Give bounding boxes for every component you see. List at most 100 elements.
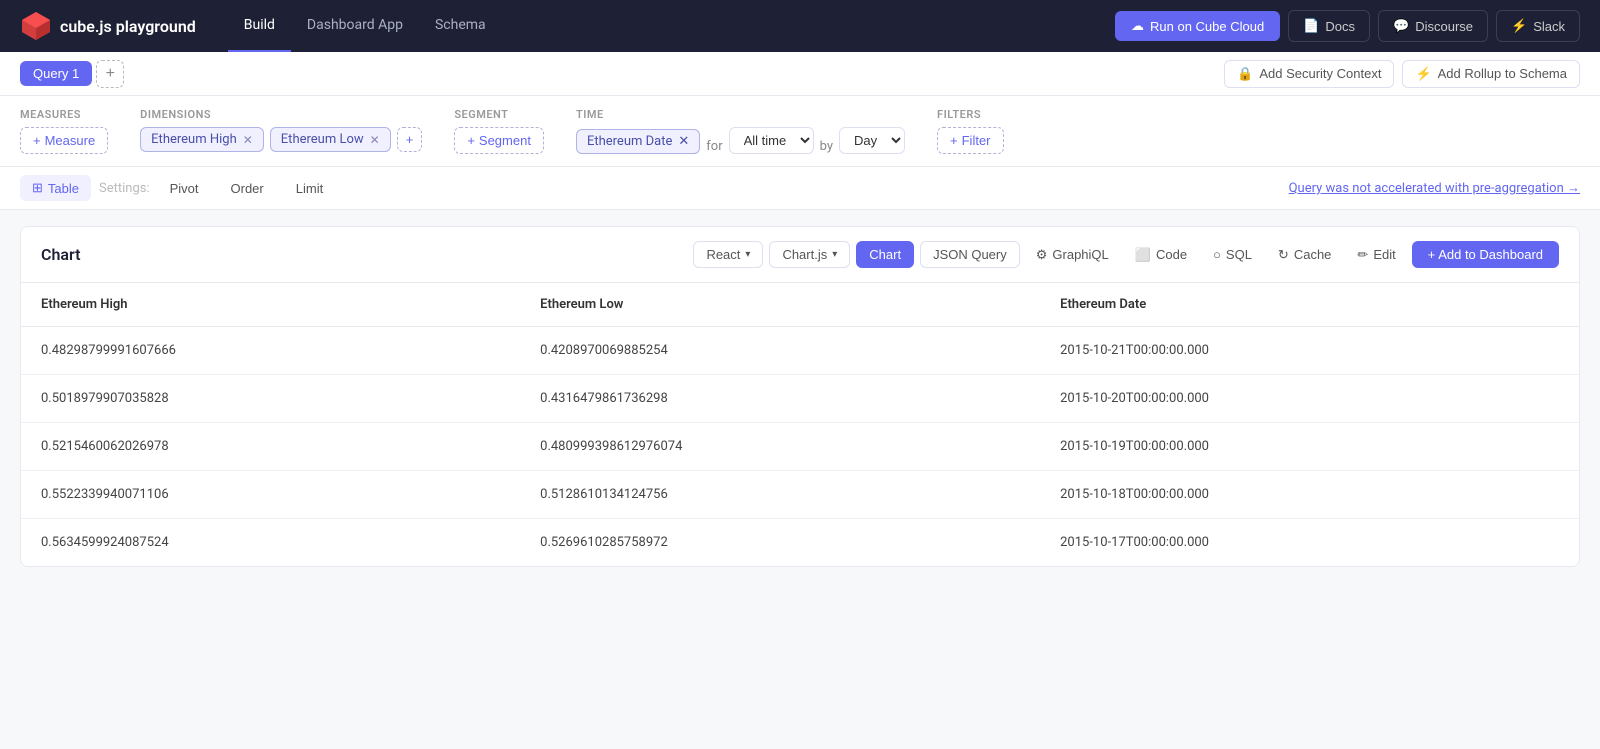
- filters-label: FILTERS: [937, 108, 1003, 121]
- time-granularity-select[interactable]: Day: [839, 127, 905, 154]
- dimensions-controls: Ethereum High ✕ Ethereum Low ✕ +: [140, 127, 422, 152]
- time-by-label: by: [820, 139, 833, 154]
- remove-time-dimension-button[interactable]: ✕: [678, 134, 689, 149]
- table-icon: ⊞: [32, 180, 43, 196]
- circle-icon: ○: [1213, 247, 1221, 262]
- tab-graphiql-button[interactable]: ⚙ GraphiQL: [1026, 242, 1119, 268]
- refresh-icon: ↻: [1278, 247, 1289, 263]
- segment-controls: + Segment: [454, 127, 544, 154]
- plus-segment-icon: +: [467, 133, 475, 148]
- add-security-context-button[interactable]: 🔒 Add Security Context: [1224, 60, 1394, 88]
- chart-controls: React Chart.js Chart JSON Query ⚙ Graphi…: [693, 241, 1559, 268]
- add-to-dashboard-button[interactable]: + Add to Dashboard: [1412, 241, 1559, 268]
- slack-icon: ⚡: [1511, 18, 1527, 34]
- gear-icon: ⚙: [1036, 247, 1048, 263]
- order-button[interactable]: Order: [219, 176, 276, 201]
- add-rollup-button[interactable]: ⚡ Add Rollup to Schema: [1402, 60, 1580, 88]
- dimension-tag-low: Ethereum Low ✕: [270, 127, 391, 152]
- tab-sql-button[interactable]: ○ SQL: [1203, 242, 1262, 267]
- cell-high: 0.48298799991607666: [21, 327, 520, 375]
- table-row: 0.50189799070358280.43164798617362982015…: [21, 375, 1579, 423]
- time-for-label: for: [706, 139, 722, 154]
- logo-text: cube.js playground: [60, 17, 196, 36]
- col-header-high: Ethereum High: [21, 283, 520, 327]
- cell-date: 2015-10-17T00:00:00.000: [1040, 519, 1579, 567]
- plus-icon: +: [33, 133, 41, 148]
- add-filter-button[interactable]: + Filter: [937, 127, 1003, 154]
- chartjs-dropdown[interactable]: Chart.js: [769, 241, 850, 268]
- query-tab-1[interactable]: Query 1: [20, 61, 92, 86]
- add-measure-button[interactable]: + Measure: [20, 127, 108, 154]
- chart-title: Chart: [41, 245, 681, 264]
- run-cloud-button[interactable]: ☁ Run on Cube Cloud: [1115, 11, 1280, 41]
- cell-date: 2015-10-19T00:00:00.000: [1040, 423, 1579, 471]
- logo: cube.js playground: [20, 10, 196, 42]
- bolt-icon: ⚡: [1415, 66, 1431, 82]
- add-tab-button[interactable]: +: [96, 60, 124, 88]
- tab-json-query-button[interactable]: JSON Query: [920, 241, 1020, 268]
- time-section: TIME Ethereum Date ✕ for All time by Day: [576, 108, 905, 154]
- tab-chart-button[interactable]: Chart: [856, 241, 914, 268]
- cloud-icon: ☁: [1131, 18, 1144, 34]
- time-label: TIME: [576, 108, 905, 121]
- segment-label: SEGMENT: [454, 108, 544, 121]
- remove-dimension-low-button[interactable]: ✕: [370, 134, 380, 146]
- time-controls: Ethereum Date ✕ for All time by Day: [576, 127, 905, 154]
- remove-dimension-high-button[interactable]: ✕: [243, 134, 253, 146]
- cell-high: 0.5522339940071106: [21, 471, 520, 519]
- nav-items: Build Dashboard App Schema: [228, 0, 1083, 52]
- cell-date: 2015-10-20T00:00:00.000: [1040, 375, 1579, 423]
- filters-section: FILTERS + Filter: [937, 108, 1003, 154]
- add-dimension-button[interactable]: +: [397, 127, 423, 152]
- cell-low: 0.5128610134124756: [520, 471, 1040, 519]
- measures-section: MEASURES + Measure: [20, 108, 108, 154]
- limit-button[interactable]: Limit: [284, 176, 335, 201]
- dimensions-section: DIMENSIONS Ethereum High ✕ Ethereum Low …: [140, 108, 422, 152]
- dimension-high-label: Ethereum High: [151, 132, 237, 147]
- cell-low: 0.4809993986129760​74: [520, 423, 1040, 471]
- tab-cache-button[interactable]: ↻ Cache: [1268, 242, 1341, 268]
- measures-controls: + Measure: [20, 127, 108, 154]
- tabs-right-actions: 🔒 Add Security Context ⚡ Add Rollup to S…: [1224, 60, 1580, 88]
- query-builder: MEASURES + Measure DIMENSIONS Ethereum H…: [0, 96, 1600, 167]
- table-row: 0.482987999916076660.4208970069885254201…: [21, 327, 1579, 375]
- view-table-button[interactable]: ⊞ Table: [20, 175, 91, 201]
- pivot-button[interactable]: Pivot: [158, 176, 211, 201]
- pre-aggregation-link[interactable]: Query was not accelerated with pre-aggre…: [1289, 180, 1580, 196]
- docs-button[interactable]: 📄 Docs: [1288, 10, 1370, 42]
- react-dropdown[interactable]: React: [693, 241, 763, 268]
- cell-high: 0.5215460062026978: [21, 423, 520, 471]
- col-header-low: Ethereum Low: [520, 283, 1040, 327]
- docs-icon: 📄: [1303, 18, 1319, 34]
- tab-edit-button[interactable]: ✏ Edit: [1347, 242, 1405, 268]
- time-range-select[interactable]: All time: [729, 127, 814, 154]
- edit-icon: ✏: [1357, 247, 1368, 263]
- cell-low: 0.4316479861736298: [520, 375, 1040, 423]
- time-dimension-label: Ethereum Date: [587, 134, 672, 149]
- add-segment-button[interactable]: + Segment: [454, 127, 544, 154]
- segment-section: SEGMENT + Segment: [454, 108, 544, 154]
- chart-header: Chart React Chart.js Chart JSON Query ⚙ …: [21, 227, 1579, 283]
- lock-icon: 🔒: [1237, 66, 1253, 82]
- nav-dashboard-app[interactable]: Dashboard App: [291, 0, 419, 52]
- nav-schema[interactable]: Schema: [419, 0, 502, 52]
- tabs-bar: Query 1 + 🔒 Add Security Context ⚡ Add R…: [0, 52, 1600, 96]
- time-dimension-tag: Ethereum Date ✕: [576, 129, 700, 154]
- table-row: 0.52154600620269780.4809993986129760​742…: [21, 423, 1579, 471]
- table-row: 0.56345999240875240.52696102857589722015…: [21, 519, 1579, 567]
- cell-date: 2015-10-21T00:00:00.000: [1040, 327, 1579, 375]
- table-row: 0.55223399400711060.51286101341247562015…: [21, 471, 1579, 519]
- cell-date: 2015-10-18T00:00:00.000: [1040, 471, 1579, 519]
- plus-filter-icon: +: [950, 133, 958, 148]
- nav-build[interactable]: Build: [228, 0, 291, 52]
- view-bar: ⊞ Table Settings: Pivot Order Limit Quer…: [0, 167, 1600, 210]
- dimension-low-label: Ethereum Low: [281, 132, 364, 147]
- filters-controls: + Filter: [937, 127, 1003, 154]
- discourse-icon: 💬: [1393, 18, 1409, 34]
- cell-high: 0.5634599924087524: [21, 519, 520, 567]
- tab-code-button[interactable]: ⬜ Code: [1125, 242, 1197, 268]
- slack-button[interactable]: ⚡ Slack: [1496, 10, 1580, 42]
- discourse-button[interactable]: 💬 Discourse: [1378, 10, 1488, 42]
- cell-high: 0.5018979907035828: [21, 375, 520, 423]
- cubejs-logo-icon: [20, 10, 52, 42]
